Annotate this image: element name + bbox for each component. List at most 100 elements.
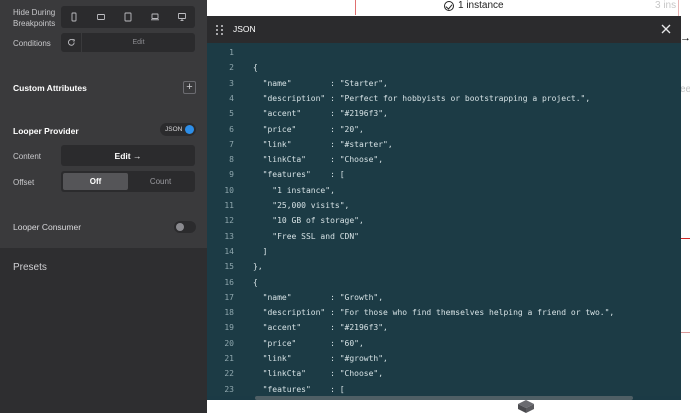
check-circle-icon <box>444 0 454 11</box>
line-number: 13 <box>224 231 234 241</box>
looper-consumer-toggle[interactable] <box>174 221 196 233</box>
looper-provider-type: JSON <box>165 126 183 133</box>
line-number: 2 <box>229 63 234 73</box>
faded-feature-text-2: ee <box>680 84 690 95</box>
json-editor-modal: JSON 1 2{3 "name" : "Starter", 4 "descript… <box>207 16 681 400</box>
line-number: 22 <box>224 369 234 379</box>
code-line[interactable]: 7 "link" : "#starter", <box>207 138 681 152</box>
mobile-landscape-icon <box>97 14 106 20</box>
drag-handle-icon[interactable] <box>216 25 224 35</box>
code-line[interactable]: 14 ] <box>207 245 681 259</box>
code-line[interactable]: 6 "price" : "20", <box>207 123 681 137</box>
code-line[interactable]: 5 "accent" : "#2196f3", <box>207 107 681 121</box>
code-text: "name" : "Starter", <box>253 78 388 88</box>
modal-title: JSON <box>233 24 256 34</box>
conditions-label: Conditions <box>13 39 51 48</box>
line-number: 12 <box>224 216 234 226</box>
code-text: "link" : "#starter", <box>253 139 393 149</box>
code-line[interactable]: 2{ <box>207 61 681 75</box>
code-text: "description" : "Perfect for hobbyists o… <box>253 93 591 103</box>
presets-section: Presets <box>0 248 207 413</box>
content-edit-button[interactable]: Edit → <box>61 145 195 166</box>
offset-label: Offset <box>13 178 35 187</box>
code-text: }, <box>253 262 263 272</box>
line-number: 14 <box>224 246 234 256</box>
presets-heading: Presets <box>13 262 47 273</box>
offset-count-button[interactable]: Count <box>128 173 193 190</box>
toggle-on-indicator <box>185 125 194 134</box>
code-text: "link" : "#growth", <box>253 354 388 363</box>
offset-off-button[interactable]: Off <box>63 173 128 190</box>
line-number: 4 <box>229 93 234 103</box>
code-text: "accent" : "#2196f3", <box>253 109 388 119</box>
code-line[interactable]: 18 "description" : "For those who find t… <box>207 306 681 320</box>
code-line[interactable]: 1 <box>207 46 681 60</box>
breakpoint-laptop-button[interactable] <box>141 6 168 28</box>
code-text: "features" : [ <box>253 170 345 180</box>
code-line[interactable]: 11 "25,000 visits", <box>207 199 681 213</box>
code-line[interactable]: 10 "1 instance", <box>207 184 681 198</box>
code-line[interactable]: 16 { <box>207 276 681 290</box>
line-number: 3 <box>229 78 234 88</box>
code-text: "Free SSL and CDN" <box>253 231 359 241</box>
code-line[interactable]: 9 "features" : [ <box>207 168 681 182</box>
breakpoint-mobile-portrait-button[interactable] <box>61 6 88 28</box>
faded-feature-text: 3 ins <box>655 0 677 11</box>
code-text: "name" : "Growth", <box>253 292 384 302</box>
looper-provider-heading: Looper Provider <box>13 126 79 136</box>
custom-attributes-heading: Custom Attributes <box>13 83 87 93</box>
line-number: 19 <box>224 323 234 333</box>
code-text: "price" : "60", <box>253 338 364 348</box>
inspector-panel: Hide During Breakpoints Conditions Edit … <box>0 0 207 413</box>
code-text: "accent" : "#2196f3", <box>253 323 388 333</box>
code-line[interactable]: 8 "linkCta" : "Choose", <box>207 153 681 167</box>
line-number: 6 <box>229 124 234 134</box>
mobile-portrait-icon <box>71 12 77 22</box>
code-line[interactable]: 3 "name" : "Starter", <box>207 77 681 91</box>
code-line[interactable]: 12 "10 GB of storage", <box>207 214 681 228</box>
breakpoint-mobile-landscape-button[interactable] <box>88 6 115 28</box>
code-line[interactable]: 15}, <box>207 260 681 274</box>
conditions-toggle-button[interactable] <box>61 33 81 52</box>
code-line[interactable]: 21 "link" : "#growth", <box>207 352 681 366</box>
code-line[interactable]: 13 "Free SSL and CDN" <box>207 230 681 244</box>
laptop-icon <box>150 13 159 21</box>
code-line[interactable]: 23 "features" : [ <box>207 383 681 396</box>
guide-line <box>355 0 356 15</box>
modal-header[interactable]: JSON <box>207 16 681 43</box>
looper-provider-toggle[interactable]: JSON <box>160 123 196 136</box>
line-number: 11 <box>224 201 234 210</box>
content-label: Content <box>13 152 42 161</box>
line-number: 1 <box>229 48 234 57</box>
code-line[interactable]: 20 "price" : "60", <box>207 337 681 351</box>
line-number: 5 <box>229 109 234 119</box>
breakpoint-button-group <box>61 6 195 28</box>
breakpoint-tablet-button[interactable] <box>115 6 142 28</box>
code-text: "1 instance", <box>253 185 335 195</box>
code-text: ] <box>253 246 268 256</box>
add-attribute-button[interactable]: + <box>183 81 196 94</box>
conditions-edit-button[interactable]: Edit <box>82 33 195 52</box>
looper-consumer-heading: Looper Consumer <box>13 222 82 232</box>
line-number: 7 <box>229 139 234 149</box>
code-line[interactable]: 4 "description" : "Perfect for hobbyists… <box>207 92 681 106</box>
line-number: 15 <box>224 262 234 272</box>
canvas-bottom <box>207 398 690 413</box>
tablet-portrait-icon <box>124 12 132 22</box>
instance-feature-item: 1 instance <box>444 0 504 11</box>
line-number: 9 <box>229 170 234 180</box>
close-icon[interactable] <box>659 22 673 36</box>
code-text: "description" : "For those who find them… <box>253 308 615 318</box>
code-text: "features" : [ <box>253 384 345 394</box>
arrow-right-icon: → <box>680 32 690 44</box>
line-number: 10 <box>224 185 234 195</box>
horizontal-scrollbar[interactable] <box>255 396 633 400</box>
code-line[interactable]: 17 "name" : "Growth", <box>207 291 681 305</box>
code-text: "price" : "20", <box>253 124 364 134</box>
line-number: 16 <box>224 277 234 287</box>
code-line[interactable]: 22 "linkCta" : "Choose", <box>207 367 681 381</box>
code-line[interactable]: 19 "accent" : "#2196f3", <box>207 321 681 335</box>
code-editor[interactable]: 1 2{3 "name" : "Starter", 4 "description" … <box>207 43 681 396</box>
line-number: 20 <box>224 338 234 348</box>
breakpoint-desktop-button[interactable] <box>168 6 195 28</box>
